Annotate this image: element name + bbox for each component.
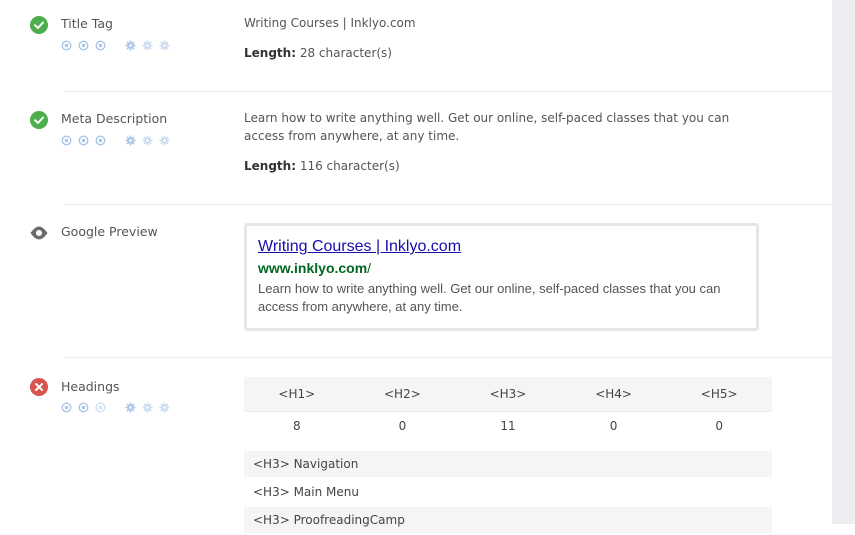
target-icon (95, 40, 106, 51)
target-icon (61, 135, 72, 146)
length-label: Length: (244, 159, 296, 173)
headings-count-table: <H1> <H2> <H3> <H4> <H5> 8 0 11 0 0 (244, 377, 772, 440)
gear-icon (159, 40, 170, 51)
count-h3: 11 (500, 419, 516, 433)
meta-description-label: Meta Description (61, 111, 168, 126)
target-icon (61, 40, 72, 51)
column-header-h2: <H2> (384, 387, 421, 401)
column-header-h4: <H4> (595, 387, 632, 401)
section-meta-description: Meta Description Learn how to write anyt… (0, 92, 832, 204)
headings-label: Headings (61, 379, 120, 394)
gear-icon (159, 402, 170, 413)
title-tag-label: Title Tag (61, 16, 113, 31)
gear-icon (159, 135, 170, 146)
count-h5: 0 (715, 419, 723, 433)
title-tag-value: Writing Courses | Inklyo.com (244, 16, 416, 30)
meta-description-rating-icons (61, 135, 176, 146)
gear-icon (142, 402, 153, 413)
column-header-h1: <H1> (278, 387, 316, 401)
headings-table-header: <H1> <H2> <H3> <H4> <H5> (244, 377, 772, 411)
google-preview-box: Writing Courses | Inklyo.com www.inklyo.… (244, 223, 759, 331)
title-tag-rating-icons (61, 40, 176, 51)
google-preview-url: www.inklyo.com/ (258, 260, 371, 276)
target-icon (78, 40, 89, 51)
count-h2: 0 (398, 419, 407, 433)
title-tag-length: Length: 28 character(s) (244, 44, 392, 62)
target-icon (78, 402, 89, 413)
gear-icon (125, 402, 136, 413)
length-value: 116 character(s) (299, 159, 400, 173)
x-circle-icon (30, 378, 48, 396)
target-icon (61, 402, 72, 413)
eye-icon (30, 224, 48, 242)
meta-description-length: Length: 116 character(s) (244, 157, 400, 175)
gear-icon (142, 135, 153, 146)
headings-table-counts: 8 0 11 0 0 (244, 411, 772, 440)
target-icon (78, 135, 89, 146)
list-item: <H3> ProofreadingCamp (244, 507, 772, 533)
gear-icon (125, 135, 136, 146)
headings-rating-icons (61, 402, 176, 413)
column-header-h3: <H3> (489, 387, 527, 401)
section-google-preview: Google Preview Writing Courses | Inklyo.… (0, 205, 832, 357)
headings-list: <H3> Navigation <H3> Main Menu <H3> Proo… (244, 451, 772, 535)
target-icon (95, 135, 106, 146)
gear-icon (125, 40, 136, 51)
length-label: Length: (244, 46, 296, 60)
check-circle-icon (30, 16, 48, 34)
meta-description-value: Learn how to write anything well. Get ou… (244, 111, 730, 143)
target-icon (95, 402, 106, 413)
google-preview-url-domain: www.inklyo.com (258, 260, 368, 276)
check-circle-icon (30, 111, 48, 129)
section-title-tag: Title Tag Writing Courses | Inklyo.com L… (0, 0, 832, 92)
count-h1: 8 (292, 419, 301, 433)
length-value: 28 character(s) (299, 46, 392, 60)
google-preview-label: Google Preview (61, 224, 158, 239)
column-header-h5: <H5> (700, 387, 738, 401)
google-preview-url-path: / (367, 260, 372, 276)
google-preview-title[interactable]: Writing Courses | Inklyo.com (258, 238, 461, 256)
scrollbar-track[interactable] (832, 0, 855, 524)
google-preview-description: Learn how to write anything well. Get ou… (258, 281, 721, 314)
list-item: <H3> Main Menu (253, 485, 359, 499)
count-h4: 0 (609, 419, 618, 433)
section-headings: Headings <H1> <H2> <H3> <H4> <H5> 8 0 11… (0, 358, 832, 533)
gear-icon (142, 40, 153, 51)
list-item: <H3> Navigation (244, 451, 772, 477)
